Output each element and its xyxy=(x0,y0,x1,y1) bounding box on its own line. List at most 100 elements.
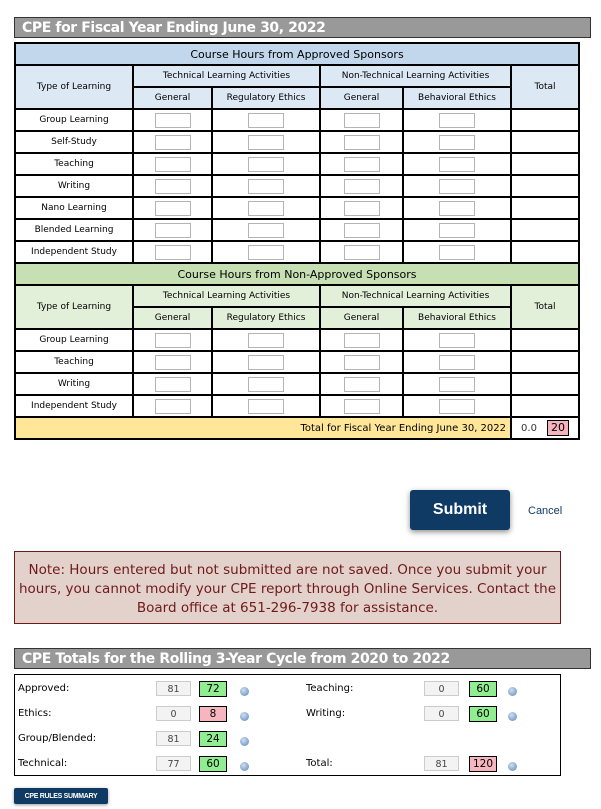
row-total xyxy=(509,152,581,176)
row-total xyxy=(509,218,581,242)
regulatory-ethics-input[interactable] xyxy=(248,332,284,348)
behavioral-ethics-input[interactable] xyxy=(439,354,475,370)
learning-row: Nano Learning xyxy=(14,196,581,220)
regulatory-ethics-input[interactable] xyxy=(248,112,284,128)
regulatory-ethics-input[interactable] xyxy=(248,200,284,216)
behavioral-ethics-input[interactable] xyxy=(439,112,475,128)
cycle-current-hours: 0 xyxy=(424,681,459,696)
hours-cell xyxy=(211,372,321,396)
regulatory-ethics-input[interactable] xyxy=(248,244,284,260)
hours-cell xyxy=(402,152,512,176)
hours-cell xyxy=(319,394,404,418)
nontechnical-general-input[interactable] xyxy=(343,398,380,414)
hours-cell xyxy=(319,108,404,132)
learning-type-label: Teaching xyxy=(14,152,134,176)
nontechnical-general-input[interactable] xyxy=(343,354,380,370)
nontechnical-general-input[interactable] xyxy=(343,376,380,392)
technical-general-input[interactable] xyxy=(154,244,191,260)
nontechnical-general-input[interactable] xyxy=(343,178,380,194)
fiscal-total-value: 0.0 20 xyxy=(509,416,581,440)
nontechnical-activities-header: Non-Technical Learning Activities xyxy=(319,64,512,88)
behavioral-ethics-input[interactable] xyxy=(439,222,475,238)
hours-cell xyxy=(211,174,321,198)
nontechnical-general-input[interactable] xyxy=(343,222,380,238)
technical-general-input[interactable] xyxy=(154,112,191,128)
hours-cell xyxy=(211,196,321,220)
cycle-total-label: Writing: xyxy=(306,708,346,719)
cycle-required-hours: 120 xyxy=(469,756,497,772)
hours-cell xyxy=(402,108,512,132)
info-icon[interactable] xyxy=(508,687,517,696)
unsaved-hours-note: Note: Hours entered but not submitted ar… xyxy=(14,551,561,624)
col-behavioral-ethics: Behavioral Ethics xyxy=(402,306,512,330)
nontechnical-general-input[interactable] xyxy=(343,156,380,172)
fiscal-total-entered: 0.0 xyxy=(521,423,537,434)
regulatory-ethics-input[interactable] xyxy=(248,134,284,150)
technical-general-input[interactable] xyxy=(154,156,191,172)
nontechnical-general-input[interactable] xyxy=(343,134,380,150)
cycle-current-hours: 0 xyxy=(424,706,459,721)
cycle-total-row: Group/Blended: 81 24 xyxy=(15,731,560,747)
nontechnical-general-input[interactable] xyxy=(343,332,380,348)
regulatory-ethics-input[interactable] xyxy=(248,376,284,392)
technical-general-input[interactable] xyxy=(154,200,191,216)
behavioral-ethics-input[interactable] xyxy=(439,398,475,414)
behavioral-ethics-input[interactable] xyxy=(439,376,475,392)
technical-general-input[interactable] xyxy=(154,332,191,348)
nontechnical-general-input[interactable] xyxy=(343,112,380,128)
learning-type-label: Nano Learning xyxy=(14,196,134,220)
behavioral-ethics-input[interactable] xyxy=(439,244,475,260)
learning-type-label: Self-Study xyxy=(14,130,134,154)
nontechnical-general-input[interactable] xyxy=(343,244,380,260)
hours-cell xyxy=(132,174,213,198)
technical-general-input[interactable] xyxy=(154,398,191,414)
info-icon[interactable] xyxy=(508,762,517,771)
learning-row: Group Learning xyxy=(14,328,581,352)
behavioral-ethics-input[interactable] xyxy=(439,178,475,194)
cpe-hours-table: Course Hours from Approved Sponsors Type… xyxy=(13,42,581,440)
hours-cell xyxy=(402,196,512,220)
learning-type-label: Teaching xyxy=(14,350,134,374)
hours-cell xyxy=(319,240,404,264)
learning-row: Writing xyxy=(14,174,581,198)
row-total xyxy=(509,196,581,220)
regulatory-ethics-input[interactable] xyxy=(248,178,284,194)
hours-cell xyxy=(402,394,512,418)
hours-cell xyxy=(319,218,404,242)
technical-general-input[interactable] xyxy=(154,376,191,392)
hours-cell xyxy=(211,108,321,132)
hours-cell xyxy=(402,372,512,396)
technical-general-input[interactable] xyxy=(154,354,191,370)
regulatory-ethics-input[interactable] xyxy=(248,354,284,370)
behavioral-ethics-input[interactable] xyxy=(439,200,475,216)
nonapproved-sponsors-band: Course Hours from Non-Approved Sponsors xyxy=(13,262,581,286)
cycle-total-row: Total: 81 120 xyxy=(15,756,560,772)
hours-cell xyxy=(211,152,321,176)
hours-cell xyxy=(132,328,213,352)
regulatory-ethics-input[interactable] xyxy=(248,156,284,172)
behavioral-ethics-input[interactable] xyxy=(439,134,475,150)
submit-button[interactable]: Submit xyxy=(410,490,510,530)
nontechnical-general-input[interactable] xyxy=(343,200,380,216)
info-icon[interactable] xyxy=(240,737,249,746)
behavioral-ethics-input[interactable] xyxy=(439,156,475,172)
hours-cell xyxy=(132,218,213,242)
regulatory-ethics-input[interactable] xyxy=(248,222,284,238)
hours-cell xyxy=(319,130,404,154)
fiscal-total-required: 20 xyxy=(546,420,569,436)
learning-row: Teaching xyxy=(14,350,581,374)
cancel-link[interactable]: Cancel xyxy=(528,505,562,517)
total-header: Total xyxy=(509,284,581,330)
regulatory-ethics-input[interactable] xyxy=(248,398,284,414)
info-icon[interactable] xyxy=(508,712,517,721)
cpe-rules-summary-button[interactable]: CPE RULES SUMMARY xyxy=(14,788,108,804)
cycle-total-row: Teaching: 0 60 xyxy=(15,681,560,697)
technical-general-input[interactable] xyxy=(154,178,191,194)
technical-general-input[interactable] xyxy=(154,134,191,150)
nontechnical-activities-header: Non-Technical Learning Activities xyxy=(319,284,512,308)
hours-cell xyxy=(319,196,404,220)
technical-general-input[interactable] xyxy=(154,222,191,238)
technical-activities-header: Technical Learning Activities xyxy=(132,64,321,88)
cycle-current-hours: 81 xyxy=(156,731,191,746)
behavioral-ethics-input[interactable] xyxy=(439,332,475,348)
